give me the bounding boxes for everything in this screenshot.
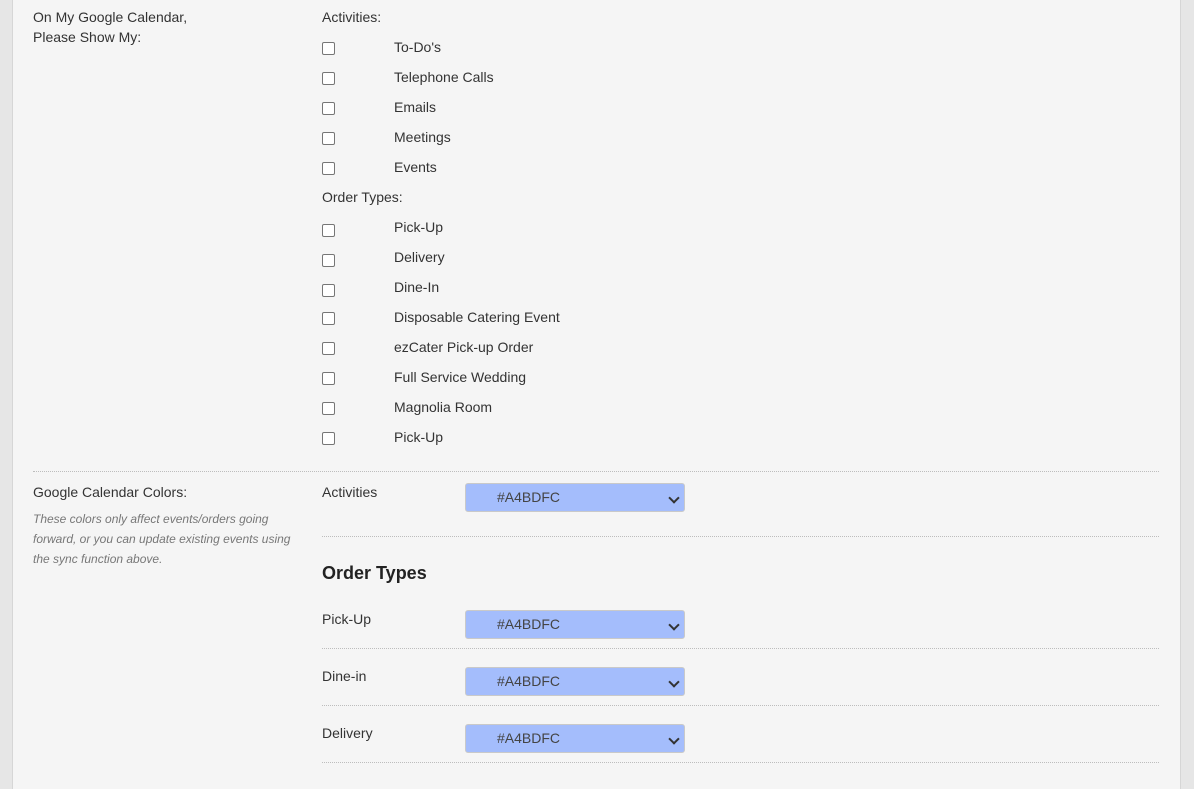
checkbox-magnolia-room[interactable] <box>322 402 335 415</box>
selected-color-value: #A4BDFC <box>497 730 561 746</box>
row-divider <box>322 536 1159 537</box>
checkbox-label: Delivery <box>394 249 445 265</box>
row-divider <box>322 762 1159 763</box>
checkbox-label: ezCater Pick-up Order <box>394 339 534 355</box>
checkbox-events[interactable] <box>322 162 335 175</box>
row-divider <box>322 648 1159 649</box>
chevron-down-icon <box>668 492 680 504</box>
checkbox-label: Pick-Up <box>394 429 444 445</box>
row-divider <box>322 705 1159 706</box>
order-types-heading: Order Types: <box>322 189 403 205</box>
dine-in-color-select[interactable]: #A4BDFC <box>465 667 685 696</box>
checkbox-pick-up-2[interactable] <box>322 432 335 445</box>
checkbox-full-service-wedding[interactable] <box>322 372 335 385</box>
activities-heading: Activities: <box>322 9 382 25</box>
order-type-color-label: Delivery <box>322 725 373 741</box>
colors-section-label: Google Calendar Colors: <box>33 484 188 500</box>
section-divider <box>33 471 1159 472</box>
show-section-label-line1: On My Google Calendar, <box>33 9 188 25</box>
checkbox-label: Telephone Calls <box>394 69 494 85</box>
chevron-down-icon <box>668 676 680 688</box>
selected-color-value: #A4BDFC <box>497 673 561 689</box>
checkbox-label: Dine-In <box>394 279 440 295</box>
checkbox-label: Disposable Catering Event <box>394 309 560 325</box>
pick-up-color-select[interactable]: #A4BDFC <box>465 610 685 639</box>
chevron-down-icon <box>668 619 680 631</box>
checkbox-dine-in[interactable] <box>322 284 335 297</box>
checkbox-delivery[interactable] <box>322 254 335 267</box>
show-section-label-line2: Please Show My: <box>33 29 142 45</box>
checkbox-label: Emails <box>394 99 437 115</box>
checkbox-ezcater-pick-up-order[interactable] <box>322 342 335 355</box>
checkbox-label: Events <box>394 159 437 175</box>
checkbox-todos[interactable] <box>322 42 335 55</box>
checkbox-label: To-Do's <box>394 39 442 55</box>
checkbox-disposable-catering-event[interactable] <box>322 312 335 325</box>
checkbox-label: Meetings <box>394 129 451 145</box>
selected-color-value: #A4BDFC <box>497 489 561 505</box>
checkbox-label: Pick-Up <box>394 219 444 235</box>
order-types-colors-heading: Order Types <box>322 563 427 583</box>
checkbox-telephone-calls[interactable] <box>322 72 335 85</box>
checkbox-pick-up[interactable] <box>322 224 335 237</box>
checkbox-meetings[interactable] <box>322 132 335 145</box>
chevron-down-icon <box>668 733 680 745</box>
checkbox-label: Full Service Wedding <box>394 369 527 385</box>
selected-color-value: #A4BDFC <box>497 616 561 632</box>
order-type-color-label: Pick-Up <box>322 611 372 627</box>
activities-color-select[interactable]: #A4BDFC <box>465 483 685 512</box>
order-type-color-label: Dine-in <box>322 668 367 684</box>
activities-color-label: Activities <box>322 484 378 500</box>
checkbox-label: Magnolia Room <box>394 399 493 415</box>
checkbox-emails[interactable] <box>322 102 335 115</box>
colors-section-note: These colors only affect events/orders g… <box>33 512 291 566</box>
delivery-color-select[interactable]: #A4BDFC <box>465 724 685 753</box>
